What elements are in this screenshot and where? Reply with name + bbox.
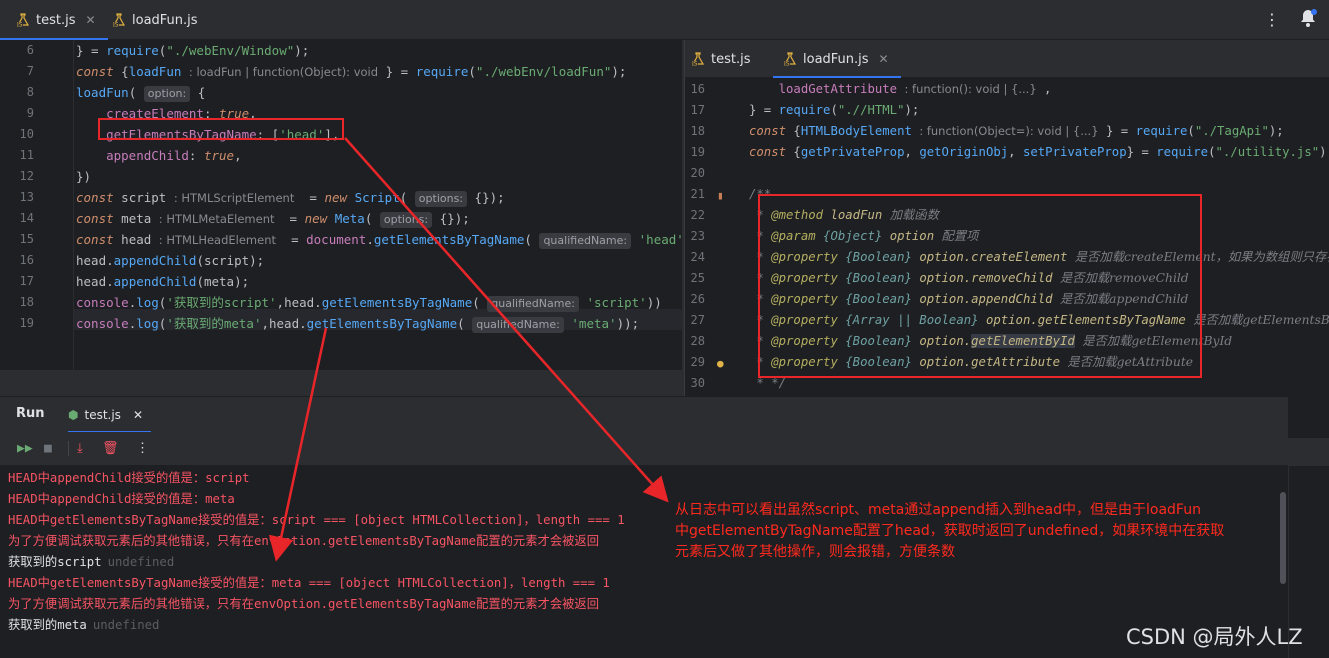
annotation-line: 中getElementByTagName配置了head，获取时返回了undefi…: [675, 523, 1225, 539]
watermark: CSDN @局外人LZ: [1126, 625, 1303, 649]
arrow-to-annotation: [344, 137, 669, 503]
annotation-line: 元素后又做了其他操作，则会报错，方便条数: [675, 544, 955, 560]
arrow-to-console: [268, 327, 328, 562]
annotation-text: 从日志中可以看出虽然script、meta通过append插入到head中，但是…: [675, 500, 1224, 563]
annotation-line: 从日志中可以看出虽然script、meta通过append插入到head中，但是…: [675, 502, 1201, 518]
